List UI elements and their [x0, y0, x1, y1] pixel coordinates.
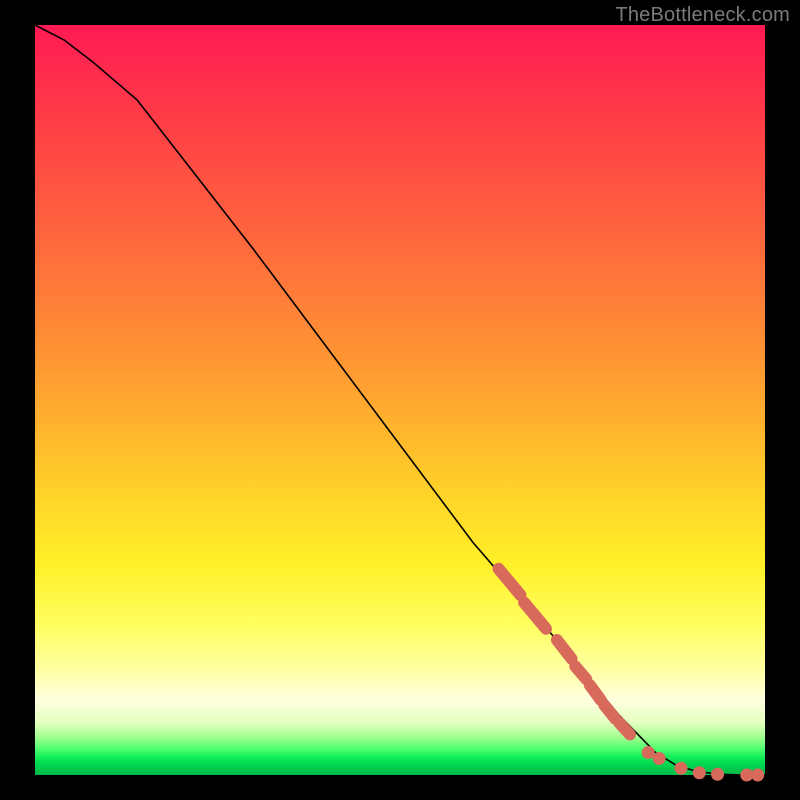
- chart-frame: TheBottleneck.com: [0, 0, 800, 800]
- marker-segment: [524, 603, 546, 629]
- marker-point: [711, 768, 724, 781]
- marker-point: [751, 769, 764, 782]
- marker-segment: [619, 723, 630, 735]
- marker-segment: [604, 705, 615, 719]
- chart-plot-area: [35, 25, 765, 775]
- data-markers: [499, 569, 765, 782]
- marker-segment: [590, 685, 601, 700]
- watermark-text: TheBottleneck.com: [615, 4, 790, 27]
- marker-point: [642, 746, 655, 759]
- bottleneck-curve: [35, 25, 765, 775]
- marker-point: [653, 752, 666, 765]
- chart-svg: [35, 25, 765, 775]
- marker-segment: [557, 640, 572, 659]
- marker-point: [675, 762, 688, 775]
- marker-segment: [575, 666, 586, 679]
- marker-point: [693, 766, 706, 779]
- marker-segment: [499, 569, 521, 595]
